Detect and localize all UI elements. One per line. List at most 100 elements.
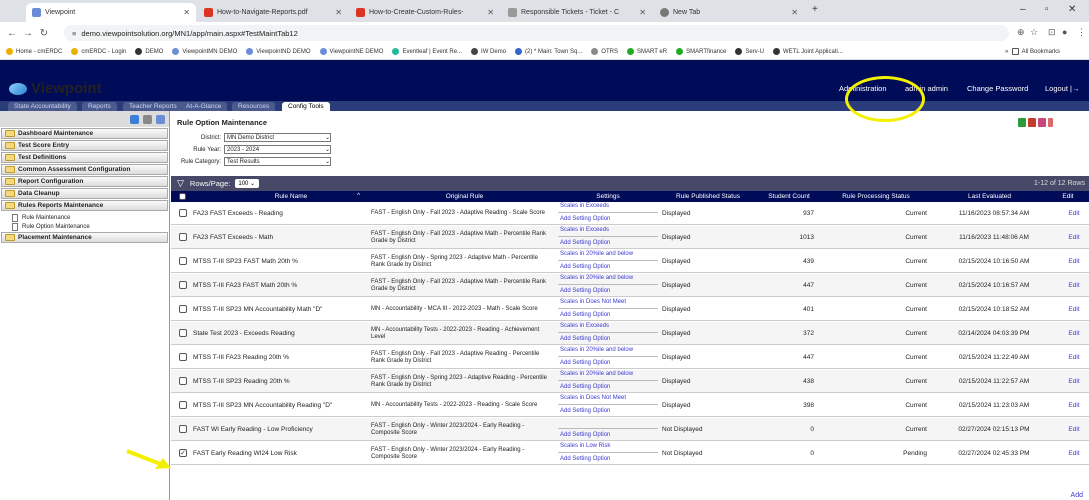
setting-link[interactable]: Scales in Exceeds bbox=[560, 203, 609, 209]
edit-link[interactable]: Edit bbox=[1060, 322, 1088, 345]
help-icon[interactable] bbox=[1048, 118, 1053, 127]
add-setting-option-link[interactable]: Add Setting Option bbox=[560, 336, 610, 342]
edit-link[interactable]: Edit bbox=[1060, 346, 1088, 369]
sidebar-item-test-definitions[interactable]: Test Definitions bbox=[1, 152, 168, 163]
bookmark-item[interactable]: ViewpointMN DEMO bbox=[172, 48, 237, 55]
tab-state-accountability[interactable]: State Accountability bbox=[8, 102, 77, 111]
pdf-export-icon[interactable] bbox=[1028, 118, 1036, 127]
tab-reports[interactable]: Reports bbox=[82, 102, 117, 111]
col-processing-status[interactable]: Rule Processing Status bbox=[820, 193, 932, 200]
row-checkbox[interactable]: ✓ bbox=[179, 449, 187, 457]
col-edit[interactable]: Edit bbox=[1047, 193, 1089, 200]
tab-config-tools[interactable]: Config Tools bbox=[282, 102, 330, 111]
rule-category-select[interactable]: Test Results ⌄ bbox=[224, 157, 331, 166]
add-setting-option-link[interactable]: Add Setting Option bbox=[560, 240, 610, 246]
browser-menu-icon[interactable]: ⋮ bbox=[1077, 27, 1086, 38]
setting-link[interactable]: Scales in 20%ile and below bbox=[560, 251, 633, 257]
bookmark-item[interactable]: Serv-U bbox=[735, 48, 764, 55]
rows-per-page-select[interactable]: 100 ⌄ bbox=[235, 179, 260, 188]
row-checkbox[interactable] bbox=[179, 281, 187, 289]
change-password-link[interactable]: Change Password bbox=[967, 84, 1028, 93]
sidebar-item-placement-maintenance[interactable]: Placement Maintenance bbox=[1, 232, 168, 243]
back-arrow-icon[interactable]: ← bbox=[4, 28, 20, 39]
row-checkbox[interactable] bbox=[179, 377, 187, 385]
edit-link[interactable]: Edit bbox=[1060, 274, 1088, 297]
sidebar-item-common-assessment[interactable]: Common Assessment Configuration bbox=[1, 164, 168, 175]
extensions-icon[interactable]: ⊡ bbox=[1048, 27, 1056, 38]
edit-link[interactable]: Edit bbox=[1060, 394, 1088, 417]
setting-link[interactable]: Scales in Exceeds bbox=[560, 323, 609, 329]
browser-tab-pdf-navigate[interactable]: How-to-Navigate-Reports.pdf ✕ bbox=[198, 3, 348, 22]
row-checkbox[interactable] bbox=[179, 329, 187, 337]
col-student-count[interactable]: Student Count bbox=[758, 193, 820, 200]
sidebar-item-report-configuration[interactable]: Report Configuration bbox=[1, 176, 168, 187]
bookmark-item[interactable]: SMARTfinance bbox=[676, 48, 726, 55]
row-checkbox[interactable] bbox=[179, 305, 187, 313]
url-field[interactable]: ≡ demo.viewpointsolution.org/MN1/app/mai… bbox=[64, 25, 1009, 41]
sidebar-item-dashboard-maintenance[interactable]: Dashboard Maintenance bbox=[1, 128, 168, 139]
add-setting-option-link[interactable]: Add Setting Option bbox=[560, 312, 610, 318]
sidebar-item-data-cleanup[interactable]: Data Cleanup bbox=[1, 188, 168, 199]
edit-link[interactable]: Edit bbox=[1060, 226, 1088, 249]
row-checkbox[interactable] bbox=[179, 257, 187, 265]
district-select[interactable]: MN Demo District ⌄ bbox=[224, 133, 331, 142]
setting-link[interactable]: Scales in Low Risk bbox=[560, 443, 610, 449]
sidebar-item-rules-reports-maintenance[interactable]: Rules Reports Maintenance bbox=[1, 200, 168, 211]
setting-link[interactable]: Scales in Exceeds bbox=[560, 227, 609, 233]
bookmark-item[interactable]: WETL Joint Applicati... bbox=[773, 48, 843, 55]
add-setting-option-link[interactable]: Add Setting Option bbox=[560, 408, 610, 414]
edit-link[interactable]: Edit bbox=[1060, 298, 1088, 321]
sidebar-info-icon[interactable] bbox=[130, 114, 139, 124]
edit-link[interactable]: Edit bbox=[1060, 442, 1088, 465]
excel-export-icon[interactable] bbox=[1018, 118, 1026, 127]
bookmark-item[interactable]: IW Demo bbox=[471, 48, 506, 55]
setting-link[interactable]: Scales in 20%ile and below bbox=[560, 347, 633, 353]
bookmark-item[interactable]: OTRS bbox=[591, 48, 618, 55]
close-tab-icon[interactable]: ✕ bbox=[329, 8, 342, 17]
logout-link[interactable]: Logout |→ bbox=[1045, 84, 1080, 93]
setting-link[interactable]: Scales in 20%ile and below bbox=[560, 371, 633, 377]
bookmark-item[interactable]: ViewpointND DEMO bbox=[246, 48, 311, 55]
close-window-icon[interactable]: ✕ bbox=[1068, 4, 1076, 15]
minimize-icon[interactable]: – bbox=[1020, 4, 1026, 15]
edit-link[interactable]: Edit bbox=[1060, 202, 1088, 225]
col-settings[interactable]: Settings bbox=[558, 193, 658, 200]
tab-teacher-reports[interactable]: Teacher Reports bbox=[123, 102, 183, 111]
site-info-icon[interactable]: ≡ bbox=[72, 29, 76, 38]
edit-link[interactable]: Edit bbox=[1060, 250, 1088, 273]
all-bookmarks-folder[interactable]: » All Bookmarks bbox=[1005, 48, 1060, 55]
rule-year-select[interactable]: 2023 - 2024 ⌄ bbox=[224, 145, 331, 154]
select-all-checkbox[interactable] bbox=[179, 193, 186, 200]
print-icon[interactable] bbox=[1038, 118, 1046, 127]
bookmark-item[interactable]: cmERDC - Login bbox=[71, 48, 126, 55]
bookmark-item[interactable]: (2) * Main: Town Sq... bbox=[515, 48, 582, 55]
sidebar-item-test-score-entry[interactable]: Test Score Entry bbox=[1, 140, 168, 151]
col-published-status[interactable]: Rule Published Status bbox=[658, 193, 758, 200]
bookmark-item[interactable]: DEMO bbox=[135, 48, 163, 55]
bookmark-item[interactable]: Eventleaf | Event Re... bbox=[392, 48, 462, 55]
filter-icon[interactable]: ▽ bbox=[177, 178, 184, 189]
edit-link[interactable]: Edit bbox=[1060, 370, 1088, 393]
add-setting-option-link[interactable]: Add Setting Option bbox=[560, 264, 610, 270]
sidebar-tree-icon[interactable] bbox=[143, 114, 152, 124]
add-setting-option-link[interactable]: Add Setting Option bbox=[560, 384, 610, 390]
setting-link[interactable]: Scales in Does Not Meet bbox=[560, 299, 626, 305]
tab-at-a-glance[interactable]: At-A-Glance bbox=[180, 102, 228, 111]
browser-tab-new-tab[interactable]: New Tab ✕ bbox=[654, 3, 804, 22]
close-tab-icon[interactable]: ✕ bbox=[481, 8, 494, 17]
close-tab-icon[interactable]: ✕ bbox=[785, 8, 798, 17]
reload-icon[interactable]: ↻ bbox=[36, 28, 52, 39]
close-tab-icon[interactable]: ✕ bbox=[633, 8, 646, 17]
maximize-icon[interactable]: ▫ bbox=[1045, 4, 1049, 15]
sidebar-collapse-icon[interactable] bbox=[156, 114, 165, 124]
forward-arrow-icon[interactable]: → bbox=[20, 28, 36, 39]
new-tab-plus-icon[interactable]: + bbox=[812, 4, 818, 15]
add-setting-option-link[interactable]: Add Setting Option bbox=[560, 456, 610, 462]
sidebar-subitem-rule-option-maintenance[interactable]: Rule Option Maintenance bbox=[0, 222, 169, 231]
row-checkbox[interactable] bbox=[179, 209, 187, 217]
tab-resources[interactable]: Resources bbox=[232, 102, 276, 111]
browser-tab-tickets[interactable]: Responsible Tickets - Ticket - C ✕ bbox=[502, 3, 652, 22]
browser-tab-pdf-rules[interactable]: How-to-Create-Custom-Rules- ✕ bbox=[350, 3, 500, 22]
add-rule-link[interactable]: Add bbox=[1071, 492, 1083, 499]
row-checkbox[interactable] bbox=[179, 401, 187, 409]
